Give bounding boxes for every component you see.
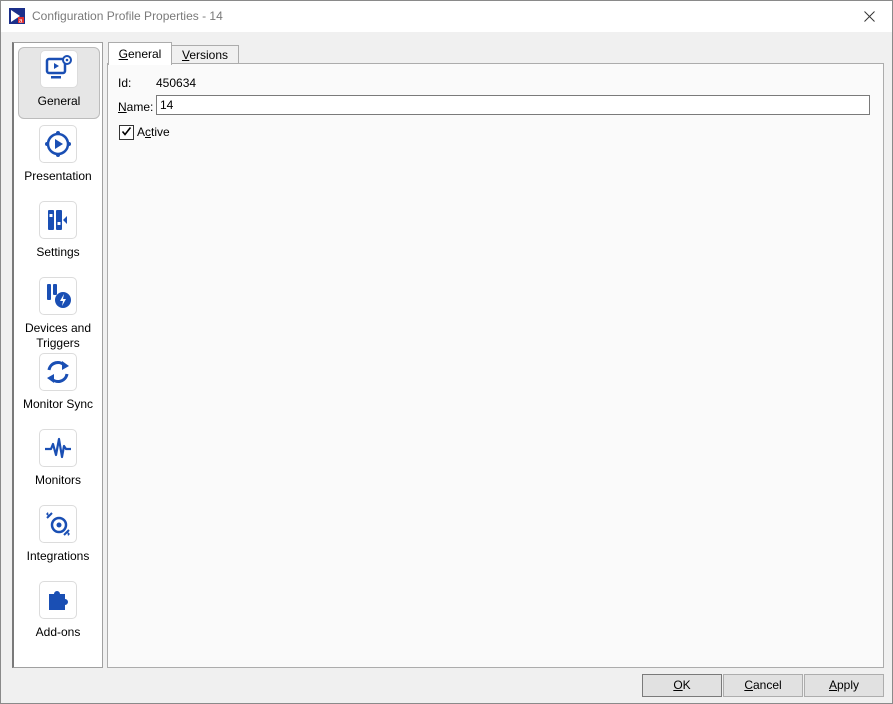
sidebar-item-devices-triggers[interactable]: Devices and Triggers	[18, 277, 98, 351]
ok-label: K	[682, 678, 691, 692]
sidebar-item-settings[interactable]: Settings	[18, 201, 98, 260]
sidebar-item-monitor-sync[interactable]: Monitor Sync	[18, 353, 98, 412]
presentation-play-icon	[39, 125, 77, 163]
monitor-settings-icon	[40, 50, 78, 88]
close-icon	[863, 11, 875, 22]
cancel-button[interactable]: Cancel	[723, 674, 803, 697]
sidebar-item-addons[interactable]: Add-ons	[18, 581, 98, 640]
cancel-mnemonic: C	[744, 678, 753, 692]
integrations-icon	[39, 505, 77, 543]
puzzle-icon	[39, 581, 77, 619]
tab-versions[interactable]: Versions	[171, 45, 239, 65]
tab-general-mnemonic: G	[118, 47, 128, 61]
id-label: Id:	[118, 76, 132, 90]
dialog-window: a Configuration Profile Properties - 14 …	[0, 0, 893, 704]
monitors-pulse-icon	[39, 429, 77, 467]
sidebar-item-label: Devices and Triggers	[24, 321, 92, 350]
apply-label: pply	[837, 678, 860, 692]
id-value: 450634	[156, 76, 197, 90]
sidebar-item-label: General	[37, 94, 81, 108]
sidebar-item-integrations[interactable]: Integrations	[18, 505, 98, 564]
apply-button[interactable]: Apply	[804, 674, 884, 697]
devices-triggers-icon	[39, 277, 77, 315]
active-label-end: tive	[151, 125, 170, 139]
cancel-label: ancel	[752, 678, 782, 692]
ok-mnemonic: O	[673, 678, 683, 692]
sidebar-item-label: Add-ons	[35, 625, 81, 639]
active-label-start: A	[137, 125, 146, 139]
sidebar-item-label: Integrations	[26, 549, 90, 563]
name-field[interactable]	[156, 95, 870, 115]
tab-general-label: eneral	[127, 47, 162, 61]
category-sidebar: General Presentation Settings Devices an…	[12, 42, 103, 668]
ok-button[interactable]: OK	[642, 674, 722, 697]
sidebar-item-label: Monitors	[34, 473, 81, 487]
sidebar-item-label: Presentation	[24, 169, 92, 183]
active-label[interactable]: Active	[137, 125, 170, 139]
name-label: Name:	[118, 100, 153, 114]
active-checkbox[interactable]	[119, 125, 134, 140]
monitor-sync-icon	[39, 353, 77, 391]
tab-versions-label: ersions	[189, 48, 229, 62]
close-button[interactable]	[846, 1, 892, 32]
settings-panel-icon	[39, 201, 77, 239]
sidebar-item-label: Settings	[36, 245, 80, 259]
title-bar[interactable]: a Configuration Profile Properties - 14	[1, 1, 892, 32]
sidebar-item-monitors[interactable]: Monitors	[18, 429, 98, 488]
checkmark-icon	[121, 127, 132, 136]
tab-general[interactable]: General	[108, 42, 172, 65]
sidebar-item-label: Monitor Sync	[22, 397, 94, 411]
apply-mnemonic: A	[828, 678, 837, 692]
name-label-mnemonic: N	[118, 100, 127, 114]
app-logo-icon: a	[9, 8, 25, 24]
general-tab-panel: Id: 450634 Name: Active	[107, 63, 884, 668]
name-label-text: ame:	[126, 100, 154, 114]
window-title: Configuration Profile Properties - 14	[32, 9, 223, 23]
sidebar-item-presentation[interactable]: Presentation	[18, 125, 98, 184]
sidebar-item-general[interactable]: General	[18, 47, 100, 119]
